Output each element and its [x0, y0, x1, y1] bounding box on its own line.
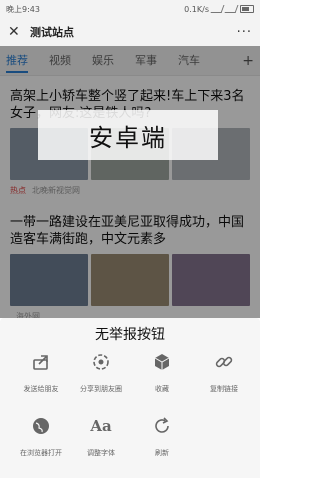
action-share-moments[interactable]: 分享到朋友圈	[69, 350, 133, 394]
link-icon	[212, 350, 236, 374]
modal-backdrop[interactable]	[0, 46, 260, 318]
moments-icon	[89, 350, 113, 374]
action-label: 分享到朋友圈	[80, 385, 122, 393]
action-favorite[interactable]: 收藏	[130, 350, 194, 394]
status-time: 晚上9:43	[6, 4, 40, 14]
share-icon	[29, 350, 53, 374]
refresh-icon	[150, 414, 174, 438]
action-send-to-friend[interactable]: 发送给朋友	[9, 350, 73, 394]
action-sheet: 无举报按钮 发送给朋友 分享到朋友圈 收藏 复制链接 在浏览器打开 Aa 调整字…	[0, 318, 260, 478]
font-icon: Aa	[90, 417, 112, 435]
action-label: 调整字体	[87, 449, 115, 457]
sheet-title: 无举报按钮	[95, 327, 165, 343]
action-adjust-font[interactable]: Aa 调整字体	[69, 414, 133, 458]
page-title: 测试站点	[30, 26, 74, 39]
signal-icon-2	[224, 5, 239, 13]
title-bar: ✕ 测试站点 ···	[0, 18, 260, 46]
signal-icon	[210, 5, 225, 13]
status-bar: 晚上9:43 0.1K/s	[0, 0, 260, 18]
close-icon[interactable]: ✕	[8, 24, 24, 40]
status-icons: 0.1K/s	[184, 5, 254, 14]
more-menu-button[interactable]: ···	[237, 25, 252, 40]
action-open-in-browser[interactable]: 在浏览器打开	[9, 414, 73, 458]
action-label: 刷新	[155, 449, 169, 457]
battery-icon	[240, 5, 254, 13]
favorite-cube-icon	[150, 350, 174, 374]
action-copy-link[interactable]: 复制链接	[192, 350, 256, 394]
platform-label: 安卓端	[38, 110, 218, 160]
action-label: 在浏览器打开	[20, 449, 62, 457]
globe-icon	[29, 414, 53, 438]
action-label: 发送给朋友	[23, 385, 59, 393]
action-refresh[interactable]: 刷新	[130, 414, 194, 458]
network-speed: 0.1K/s	[184, 4, 209, 14]
action-label: 复制链接	[210, 385, 238, 393]
action-label: 收藏	[155, 385, 169, 393]
